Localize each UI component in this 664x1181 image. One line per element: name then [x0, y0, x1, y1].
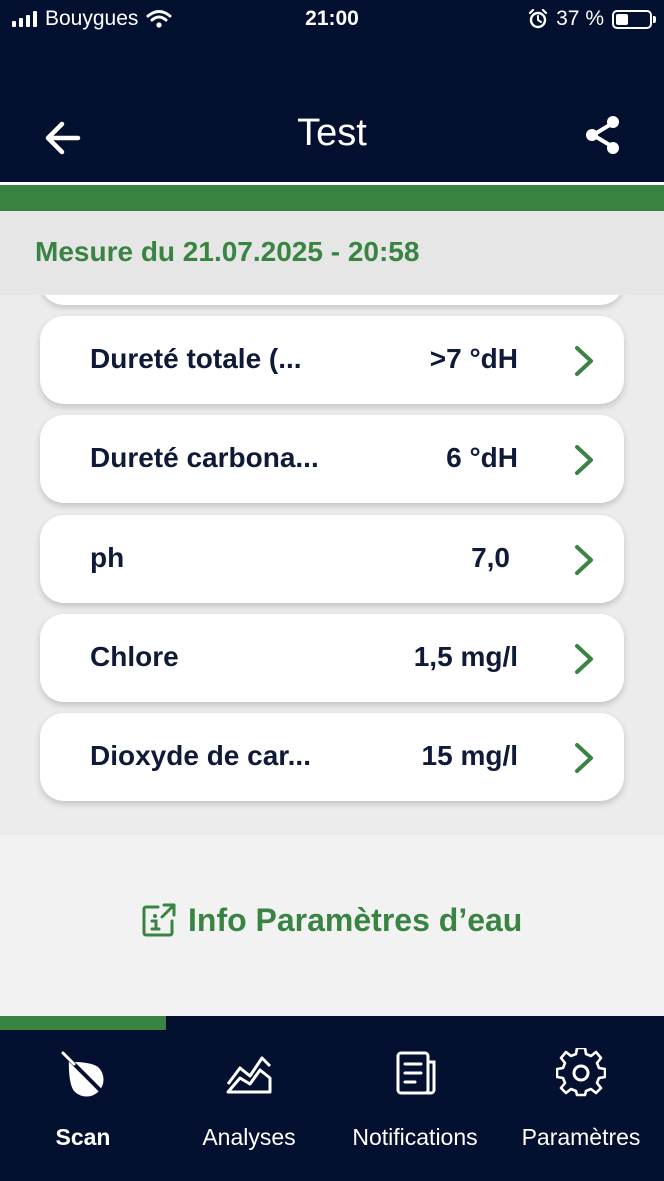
- gear-icon: [556, 1048, 606, 1097]
- battery-percentage: 37 %: [556, 7, 604, 30]
- alarm-icon: [529, 9, 548, 29]
- parameter-value: >7 °dH: [429, 343, 518, 374]
- info-section: Info Paramètres d’eau: [0, 835, 664, 1016]
- status-bar: Bouygues 21:00 37 %: [0, 0, 664, 40]
- tab-label: Paramètres: [521, 1124, 641, 1150]
- chevron-right-icon: [575, 545, 593, 575]
- parameter-value: 6 °dH: [446, 442, 518, 473]
- parameter-name: Dureté carbona...: [90, 442, 319, 473]
- chevron-right-icon: [575, 346, 593, 376]
- parameter-name: Dureté totale (...: [90, 343, 302, 374]
- list-item-partial[interactable]: [40, 295, 624, 305]
- parameter-value: 7,0: [471, 542, 510, 573]
- list-item[interactable]: Dureté totale (... >7 °dH: [40, 316, 624, 404]
- bottom-tab-bar: Scan Analyses Notifications Paramètres: [0, 1016, 664, 1181]
- battery-icon: [612, 9, 656, 29]
- parameter-name: Chlore: [90, 641, 179, 672]
- scan-drop-icon: [61, 1051, 104, 1097]
- notifications-icon: [396, 1051, 436, 1095]
- tab-label: Notifications: [352, 1124, 478, 1150]
- list-item[interactable]: Dioxyde de car... 15 mg/l: [40, 713, 624, 801]
- page-title: Test: [297, 112, 367, 154]
- status-right: 37 %: [528, 7, 656, 31]
- measure-title: Mesure du 21.07.2025 - 20:58: [35, 236, 420, 267]
- info-link-label: Info Paramètres d’eau: [188, 901, 523, 938]
- tab-label: Analyses: [202, 1124, 296, 1150]
- tab-notifications[interactable]: Notifications: [332, 1030, 498, 1181]
- chevron-right-icon: [575, 445, 593, 475]
- tab-label: Scan: [55, 1124, 111, 1150]
- chevron-right-icon: [575, 743, 593, 773]
- chart-icon: [226, 1056, 272, 1094]
- share-icon: [586, 116, 619, 154]
- active-tab-indicator: [0, 1016, 166, 1030]
- parameter-list[interactable]: Dureté totale (... >7 °dH Dureté carbona…: [0, 295, 664, 835]
- tab-parametres[interactable]: Paramètres: [498, 1030, 664, 1181]
- list-item[interactable]: Chlore 1,5 mg/l: [40, 614, 624, 702]
- measure-header: Mesure du 21.07.2025 - 20:58: [0, 211, 664, 295]
- list-item[interactable]: Dureté carbona... 6 °dH: [40, 415, 624, 503]
- parameter-name: Dioxyde de car...: [90, 740, 311, 771]
- parameter-value: 1,5 mg/l: [413, 641, 518, 672]
- green-accent-bar: [0, 185, 664, 211]
- tab-analyses[interactable]: Analyses: [166, 1030, 332, 1181]
- parameter-name: ph: [90, 542, 125, 573]
- app-header: Test: [0, 40, 664, 182]
- battery-fill: [616, 13, 628, 25]
- tab-scan[interactable]: Scan: [0, 1030, 166, 1181]
- chevron-right-icon: [575, 644, 593, 674]
- external-info-icon: [142, 903, 176, 937]
- list-item[interactable]: ph 7,0: [40, 515, 624, 603]
- share-button[interactable]: [578, 110, 628, 160]
- info-parameters-link[interactable]: Info Paramètres d’eau: [140, 901, 522, 939]
- parameter-value: 15 mg/l: [421, 740, 518, 771]
